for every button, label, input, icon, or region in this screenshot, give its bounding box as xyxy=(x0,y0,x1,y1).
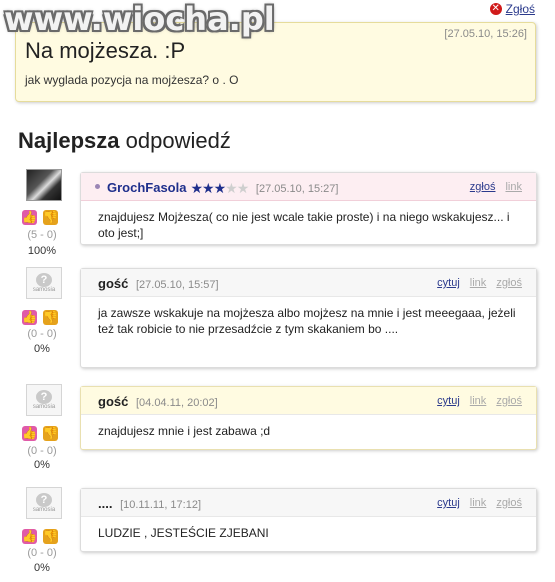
author-name: .... xyxy=(98,496,113,511)
answer-links: cytuj link zgłoś xyxy=(437,277,522,289)
avatar[interactable] xyxy=(26,169,62,201)
answer-header: gość [27.05.10, 15:57] cytuj link zgłoś xyxy=(81,269,536,297)
quote-link[interactable]: cytuj xyxy=(437,497,460,509)
answer-bubble: .... [10.11.11, 17:12] cytuj link zgłoś … xyxy=(80,488,537,552)
report-question[interactable]: ✕ Zgłoś xyxy=(489,2,535,16)
vote-thumbs: 👍 👎 xyxy=(22,529,58,544)
report-link[interactable]: zgłoś xyxy=(496,497,522,509)
avatar: ? samosia xyxy=(26,384,62,416)
author-name: gość xyxy=(98,276,129,291)
star-icon: ★ xyxy=(190,180,203,196)
vote-thumbs: 👍 👎 xyxy=(22,426,58,441)
answer-header: GrochFasola ★★★★★ [27.05.10, 15:27] zgłoś… xyxy=(81,173,536,201)
vote-percent: 100% xyxy=(27,245,57,257)
thumb-down-icon[interactable]: 👎 xyxy=(43,426,58,441)
quote-link[interactable]: cytuj xyxy=(437,277,460,289)
answer-links: zgłoś link xyxy=(470,181,522,193)
thumb-up-icon[interactable]: 👍 xyxy=(22,426,37,441)
answer-date: [27.05.10, 15:27] xyxy=(255,183,339,195)
answer-bubble: gość [27.05.10, 15:57] cytuj link zgłoś … xyxy=(80,268,537,368)
section-heading: Najlepsza odpowiedź xyxy=(18,128,231,154)
answer-date: [04.04.11, 20:02] xyxy=(135,397,218,409)
permalink[interactable]: link xyxy=(470,277,487,289)
report-link[interactable]: zgłoś xyxy=(496,277,522,289)
answer-header: .... [10.11.11, 17:12] cytuj link zgłoś xyxy=(81,489,536,517)
star-icon: ★ xyxy=(236,180,250,196)
answer-author: GrochFasola ★★★★★ [27.05.10, 15:27] xyxy=(107,180,338,197)
vote-thumbs: 👍 👎 xyxy=(22,210,58,225)
close-circle-icon: ✕ xyxy=(489,3,502,15)
answer-text: znajdujesz Mojżesza( co nie jest wcale t… xyxy=(98,210,510,240)
question-body: jak wyglada pozycja na mojżesza? o . O xyxy=(25,73,239,87)
answer-bubble: gość [04.04.11, 20:02] cytuj link zgłoś … xyxy=(80,386,537,450)
anonymous-avatar-icon: ? xyxy=(36,273,52,287)
thumb-down-icon[interactable]: 👎 xyxy=(43,310,58,325)
thumb-down-icon[interactable]: 👎 xyxy=(43,529,58,544)
avatar: ? samosia xyxy=(26,267,62,299)
quote-link[interactable]: cytuj xyxy=(437,395,460,407)
site-watermark: www.wiocha.pl xyxy=(4,0,275,38)
permalink[interactable]: link xyxy=(505,181,522,193)
answer-text: znajdujesz mnie i jest zabawa ;d xyxy=(98,424,271,438)
answer-date: [10.11.11, 17:12] xyxy=(120,499,202,511)
answer-date: [27.05.10, 15:57] xyxy=(135,279,219,291)
rating-stars: ★★★★★ xyxy=(190,180,250,197)
answer-text: ja zawsze wskakuje na mojżesza albo mojż… xyxy=(98,306,516,336)
vote-count: (5 - 0) xyxy=(27,229,57,241)
question-title: Na mojżesza. :P xyxy=(25,38,186,63)
answer-author: gość [27.05.10, 15:57] xyxy=(98,276,219,291)
section-heading-rest: odpowiedź xyxy=(125,128,231,153)
vote-percent: 0% xyxy=(34,343,50,355)
answer-bubble: GrochFasola ★★★★★ [27.05.10, 15:27] zgłoś… xyxy=(80,172,537,245)
avatar: ? samosia xyxy=(26,487,62,519)
answer-links: cytuj link zgłoś xyxy=(437,497,522,509)
anonymous-avatar-icon: ? xyxy=(36,493,52,507)
answer-header: gość [04.04.11, 20:02] cytuj link zgłoś xyxy=(81,387,536,415)
answer-author: .... [10.11.11, 17:12] xyxy=(98,496,201,511)
thumb-down-icon[interactable]: 👎 xyxy=(43,210,58,225)
thumb-up-icon[interactable]: 👍 xyxy=(22,310,37,325)
thumb-up-icon[interactable]: 👍 xyxy=(22,529,37,544)
avatar-label: samosia xyxy=(32,507,56,513)
avatar-label: samosia xyxy=(32,287,56,293)
avatar-label: samosia xyxy=(32,404,56,410)
vote-count: (0 - 0) xyxy=(27,328,57,340)
anonymous-avatar-icon: ? xyxy=(36,390,52,404)
bullet-icon xyxy=(95,184,100,189)
permalink[interactable]: link xyxy=(470,497,487,509)
thumb-up-icon[interactable]: 👍 xyxy=(22,210,37,225)
star-icon: ★ xyxy=(225,180,238,196)
permalink[interactable]: link xyxy=(470,395,487,407)
vote-percent: 0% xyxy=(34,562,50,574)
vote-percent: 0% xyxy=(34,459,50,471)
star-icon: ★ xyxy=(213,180,227,196)
report-link[interactable]: Zgłoś xyxy=(506,2,535,16)
answer-text: LUDZIE , JESTEŚCIE ZJEBANI xyxy=(98,526,269,540)
vote-count: (0 - 0) xyxy=(27,547,57,559)
report-link[interactable]: zgłoś xyxy=(470,181,496,193)
author-name[interactable]: GrochFasola xyxy=(107,180,186,195)
author-name: gość xyxy=(98,394,129,409)
vote-count: (0 - 0) xyxy=(27,445,57,457)
star-icon: ★ xyxy=(202,180,215,196)
section-heading-bold: Najlepsza xyxy=(18,128,120,153)
vote-thumbs: 👍 👎 xyxy=(22,310,58,325)
answer-author: gość [04.04.11, 20:02] xyxy=(98,394,218,409)
answer-links: cytuj link zgłoś xyxy=(437,395,522,407)
report-link[interactable]: zgłoś xyxy=(496,395,522,407)
question-date: [27.05.10, 15:26] xyxy=(444,28,527,40)
